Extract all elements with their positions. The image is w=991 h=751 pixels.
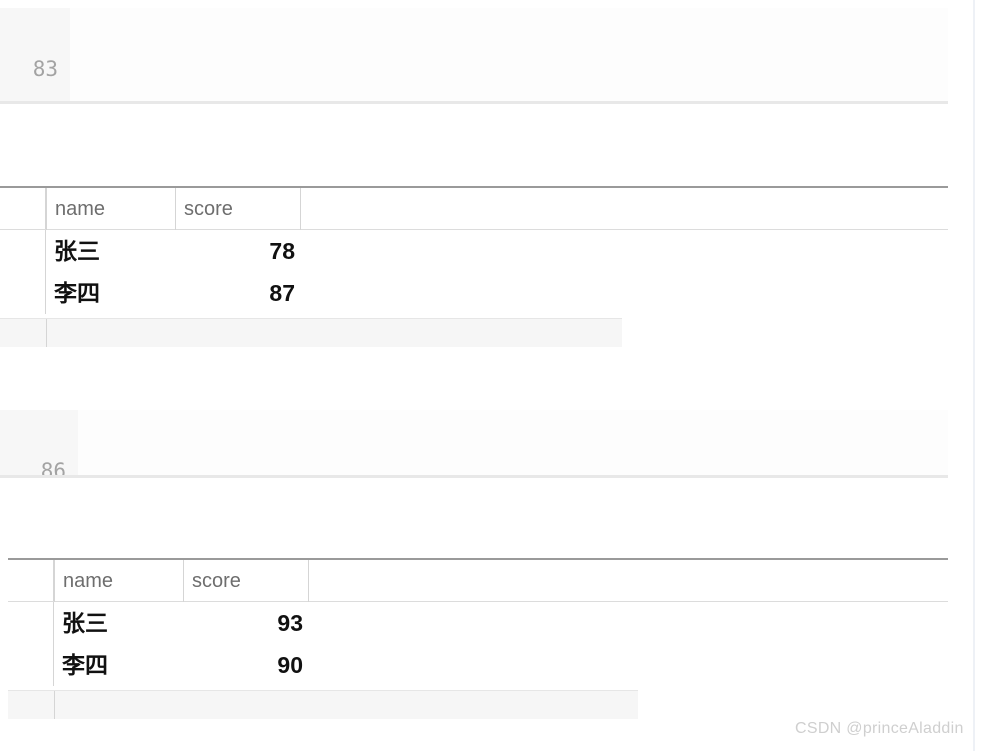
code-line[interactable]: 84 select name, math_score as score from… [0,49,948,104]
column-header-name[interactable]: name [54,560,183,602]
table-row[interactable]: 李四 90 [8,644,948,686]
cell-score: 78 [269,238,295,264]
cell-name: 李四 [54,280,100,306]
table-body: 张三 78 李四 87 [0,230,948,314]
cell-name: 李四 [62,652,108,678]
footer-gutter-divider [54,691,55,719]
table-row[interactable]: 李四 87 [0,272,948,314]
cell-score: 93 [277,610,303,636]
english-score-results-table[interactable]: name score 张三 93 李四 90 [8,558,948,719]
column-header-filler [300,188,301,230]
row-number-column-header [8,560,54,601]
table-header-row: name score [8,560,948,602]
row-number-cell [0,272,46,314]
cell-score: 87 [269,280,295,306]
code-line-clipped[interactable]: 87 [0,451,948,478]
column-header-filler [308,560,309,602]
code-line[interactable]: 83 [0,8,948,81]
code-line[interactable]: 86 select name, engilsh_score as score f… [0,410,948,478]
csdn-watermark: CSDN @princeAladdin [795,720,964,737]
cell-name: 张三 [62,610,108,636]
code-editor-math-score[interactable]: 83 84 select name, math_score as score f… [0,8,948,104]
table-footer-strip [0,318,622,347]
math-score-results-table[interactable]: name score 张三 78 李四 87 [0,186,948,347]
column-header-score[interactable]: score [175,188,300,230]
footer-gutter-divider [46,319,47,347]
page-right-edge [973,0,975,751]
table-row[interactable]: 张三 78 [0,230,948,272]
table-header-row: name score [0,188,948,230]
code-editor-english-score[interactable]: 86 select name, engilsh_score as score f… [0,410,948,478]
column-header-name[interactable]: name [46,188,175,230]
row-number-cell [0,230,46,272]
row-number-cell [8,644,54,686]
row-number-cell [8,602,54,644]
cell-name: 张三 [54,238,100,264]
column-header-score[interactable]: score [183,560,308,602]
row-number-column-header [0,188,46,229]
table-row[interactable]: 张三 93 [8,602,948,644]
cell-score: 90 [277,652,303,678]
code-line-clipped[interactable]: 85 select name, engilsh_score as score f… [0,90,948,104]
table-footer-strip [8,690,638,719]
line-number: 87 [0,475,66,478]
table-body: 张三 93 李四 90 [8,602,948,686]
